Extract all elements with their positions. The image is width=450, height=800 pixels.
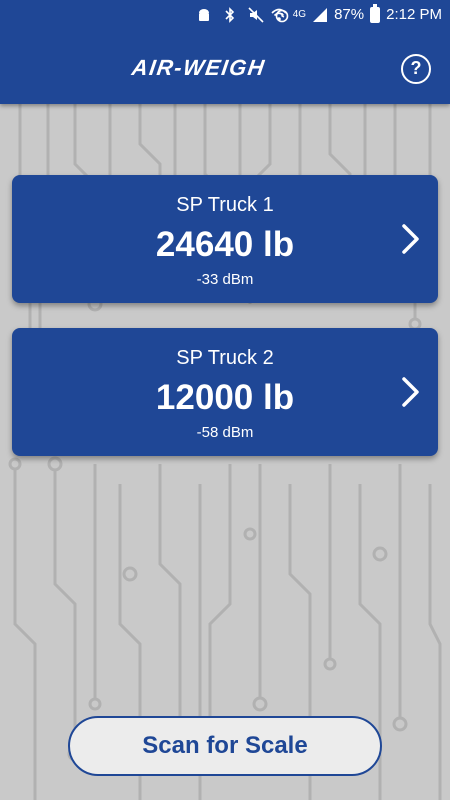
- scan-for-scale-button[interactable]: Scan for Scale: [68, 716, 382, 776]
- signal-icon: [313, 7, 328, 22]
- scale-signal-strength: -58 dBm: [196, 424, 254, 441]
- chevron-right-icon: [402, 224, 419, 254]
- clock: 2:12 PM: [386, 6, 442, 23]
- status-right-icons: 4G 87% 2:12 PM: [271, 3, 442, 23]
- logo-text: AIR-WEIGH: [130, 55, 268, 80]
- scale-weight: 24640 lb: [155, 225, 295, 264]
- app-bar: 4G 87% 2:12 PM AIR-WEIGH ?: [0, 0, 450, 104]
- app-logo: AIR-WEIGH: [0, 55, 450, 80]
- scale-card-sp-truck-2[interactable]: SP Truck 2 12000 lb -58 dBm: [12, 328, 438, 456]
- battery-icon: [370, 3, 381, 23]
- help-button[interactable]: ?: [401, 54, 431, 84]
- chevron-right-icon: [402, 377, 419, 407]
- scale-name: SP Truck 1: [176, 194, 274, 216]
- scale-signal-strength: -33 dBm: [196, 271, 254, 288]
- bluetooth-icon: [225, 7, 235, 23]
- wifi-icon: [271, 8, 287, 21]
- scale-card-sp-truck-1[interactable]: SP Truck 1 24640 lb -33 dBm: [12, 175, 438, 303]
- status-bar: 4G 87% 2:12 PM: [0, 0, 450, 32]
- scale-weight: 12000 lb: [155, 378, 295, 417]
- scale-name: SP Truck 2: [176, 347, 274, 369]
- android-icon: [199, 9, 209, 21]
- battery-percent: 87%: [334, 6, 365, 23]
- network-type: 4G: [292, 9, 307, 20]
- mute-icon: [248, 7, 264, 23]
